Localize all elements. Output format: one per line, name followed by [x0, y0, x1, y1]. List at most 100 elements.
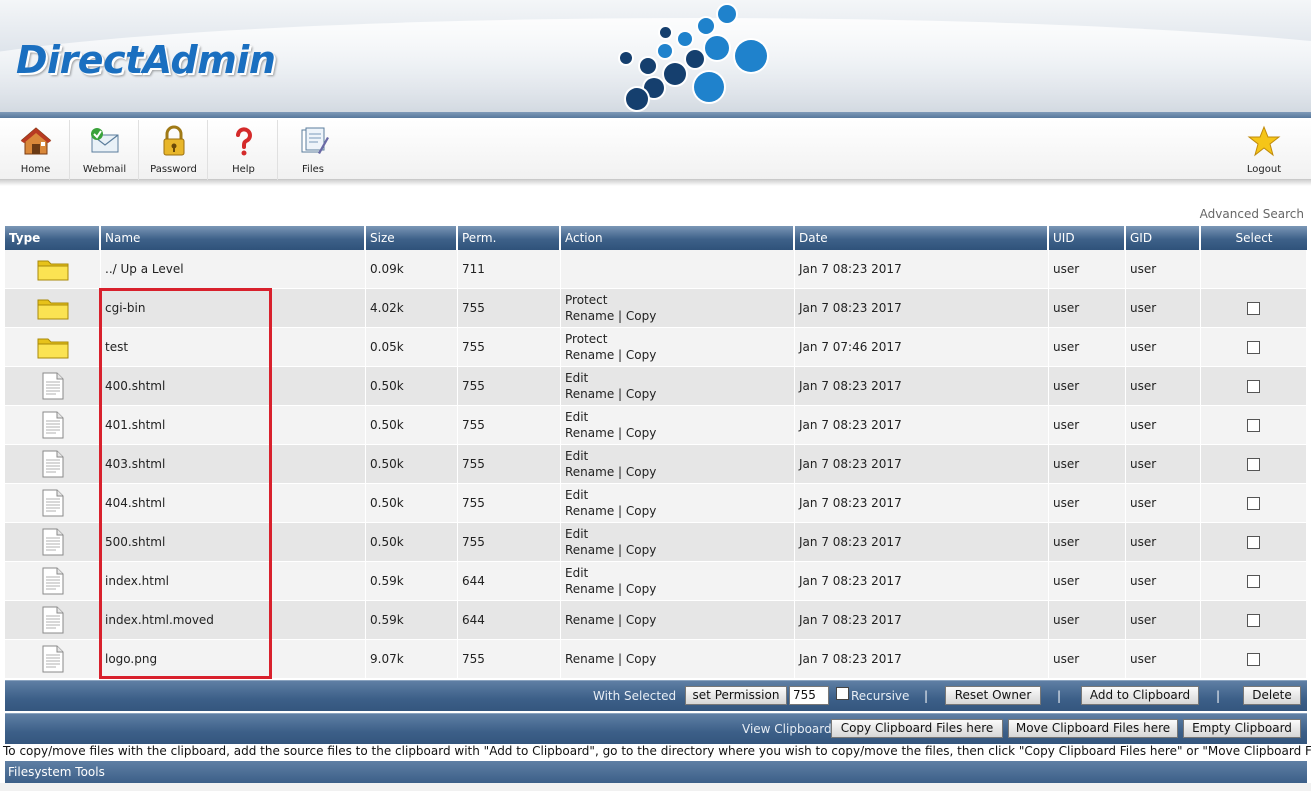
- add-to-clipboard-button[interactable]: Add to Clipboard: [1081, 686, 1199, 705]
- file-name-link[interactable]: 404.shtml: [105, 496, 165, 510]
- file-name-link[interactable]: ../ Up a Level: [105, 262, 184, 276]
- toolbar-webmail[interactable]: Webmail: [71, 120, 139, 180]
- copy-link[interactable]: Copy: [626, 504, 656, 518]
- select-checkbox[interactable]: [1247, 380, 1260, 393]
- column-header-size[interactable]: Size: [366, 226, 458, 250]
- column-header-uid[interactable]: UID: [1049, 226, 1126, 250]
- view-clipboard-link[interactable]: View Clipboard: [742, 722, 832, 736]
- rename-link[interactable]: Rename: [565, 387, 614, 401]
- file-name-link[interactable]: 400.shtml: [105, 379, 165, 393]
- permission-input[interactable]: 755: [789, 686, 829, 705]
- protect-link[interactable]: Protect: [565, 332, 607, 346]
- copy-link[interactable]: Copy: [626, 652, 656, 666]
- file-icon[interactable]: [42, 372, 64, 400]
- toolbar-home[interactable]: Home: [2, 120, 70, 180]
- empty-clipboard-button[interactable]: Empty Clipboard: [1183, 719, 1301, 738]
- cell-name: test: [101, 328, 366, 367]
- recursive-checkbox[interactable]: [836, 687, 849, 700]
- column-header-name[interactable]: Name: [101, 226, 366, 250]
- toolbar-help[interactable]: Help: [210, 120, 278, 180]
- reset-owner-button[interactable]: Reset Owner: [945, 686, 1041, 705]
- permission-link[interactable]: 755: [462, 379, 485, 393]
- copy-link[interactable]: Copy: [626, 465, 656, 479]
- rename-link[interactable]: Rename: [565, 426, 614, 440]
- file-name-link[interactable]: 500.shtml: [105, 535, 165, 549]
- permission-link[interactable]: 755: [462, 496, 485, 510]
- rename-link[interactable]: Rename: [565, 652, 614, 666]
- cell-size: 0.09k: [366, 250, 458, 289]
- edit-link[interactable]: Edit: [565, 488, 588, 502]
- copy-clipboard-files-button[interactable]: Copy Clipboard Files here: [831, 719, 1003, 738]
- file-name-link[interactable]: 401.shtml: [105, 418, 165, 432]
- rename-link[interactable]: Rename: [565, 348, 614, 362]
- protect-link[interactable]: Protect: [565, 293, 607, 307]
- file-name-link[interactable]: 403.shtml: [105, 457, 165, 471]
- set-permission-button[interactable]: set Permission: [685, 686, 787, 705]
- copy-link[interactable]: Copy: [626, 426, 656, 440]
- move-clipboard-files-button[interactable]: Move Clipboard Files here: [1008, 719, 1178, 738]
- permission-link[interactable]: 755: [462, 652, 485, 666]
- file-icon[interactable]: [42, 528, 64, 556]
- copy-link[interactable]: Copy: [626, 309, 656, 323]
- rename-link[interactable]: Rename: [565, 465, 614, 479]
- rename-link[interactable]: Rename: [565, 504, 614, 518]
- file-icon[interactable]: [42, 411, 64, 439]
- column-header-type[interactable]: Type: [5, 226, 101, 250]
- toolbar-files[interactable]: Files: [279, 120, 347, 180]
- copy-link[interactable]: Copy: [626, 543, 656, 557]
- permission-link[interactable]: 755: [462, 301, 485, 315]
- toolbar-logout[interactable]: Logout: [1230, 120, 1298, 180]
- copy-link[interactable]: Copy: [626, 348, 656, 362]
- cell-size: 0.59k: [366, 562, 458, 601]
- select-checkbox[interactable]: [1247, 497, 1260, 510]
- advanced-search-link[interactable]: Advanced Search: [1200, 207, 1304, 221]
- rename-link[interactable]: Rename: [565, 582, 614, 596]
- rename-link[interactable]: Rename: [565, 543, 614, 557]
- edit-link[interactable]: Edit: [565, 410, 588, 424]
- file-name-link[interactable]: index.html: [105, 574, 169, 588]
- select-checkbox[interactable]: [1247, 653, 1260, 666]
- rename-link[interactable]: Rename: [565, 309, 614, 323]
- column-header-date[interactable]: Date: [795, 226, 1049, 250]
- file-icon[interactable]: [42, 606, 64, 634]
- file-name-link[interactable]: test: [105, 340, 128, 354]
- cell-uid: user: [1049, 367, 1126, 406]
- file-name-link[interactable]: index.html.moved: [105, 613, 214, 627]
- permission-link[interactable]: 711: [462, 262, 485, 276]
- file-icon[interactable]: [42, 567, 64, 595]
- edit-link[interactable]: Edit: [565, 371, 588, 385]
- cell-select: [1201, 640, 1307, 679]
- column-header-perm[interactable]: Perm.: [458, 226, 561, 250]
- select-checkbox[interactable]: [1247, 341, 1260, 354]
- toolbar-password[interactable]: Password: [140, 120, 208, 180]
- rename-link[interactable]: Rename: [565, 613, 614, 627]
- file-name-link[interactable]: cgi-bin: [105, 301, 145, 315]
- edit-link[interactable]: Edit: [565, 566, 588, 580]
- select-checkbox[interactable]: [1247, 536, 1260, 549]
- copy-link[interactable]: Copy: [626, 582, 656, 596]
- folder-icon[interactable]: [37, 256, 69, 282]
- select-checkbox[interactable]: [1247, 575, 1260, 588]
- permission-link[interactable]: 755: [462, 418, 485, 432]
- select-checkbox[interactable]: [1247, 302, 1260, 315]
- file-icon[interactable]: [42, 645, 64, 673]
- permission-link[interactable]: 755: [462, 457, 485, 471]
- file-icon[interactable]: [42, 450, 64, 478]
- file-icon[interactable]: [42, 489, 64, 517]
- copy-link[interactable]: Copy: [626, 613, 656, 627]
- edit-link[interactable]: Edit: [565, 449, 588, 463]
- select-checkbox[interactable]: [1247, 614, 1260, 627]
- copy-link[interactable]: Copy: [626, 387, 656, 401]
- permission-link[interactable]: 644: [462, 613, 485, 627]
- permission-link[interactable]: 644: [462, 574, 485, 588]
- folder-icon[interactable]: [37, 295, 69, 321]
- select-checkbox[interactable]: [1247, 458, 1260, 471]
- delete-button[interactable]: Delete: [1243, 686, 1301, 705]
- permission-link[interactable]: 755: [462, 535, 485, 549]
- select-checkbox[interactable]: [1247, 419, 1260, 432]
- column-header-gid[interactable]: GID: [1126, 226, 1201, 250]
- file-name-link[interactable]: logo.png: [105, 652, 157, 666]
- folder-icon[interactable]: [37, 334, 69, 360]
- permission-link[interactable]: 755: [462, 340, 485, 354]
- edit-link[interactable]: Edit: [565, 527, 588, 541]
